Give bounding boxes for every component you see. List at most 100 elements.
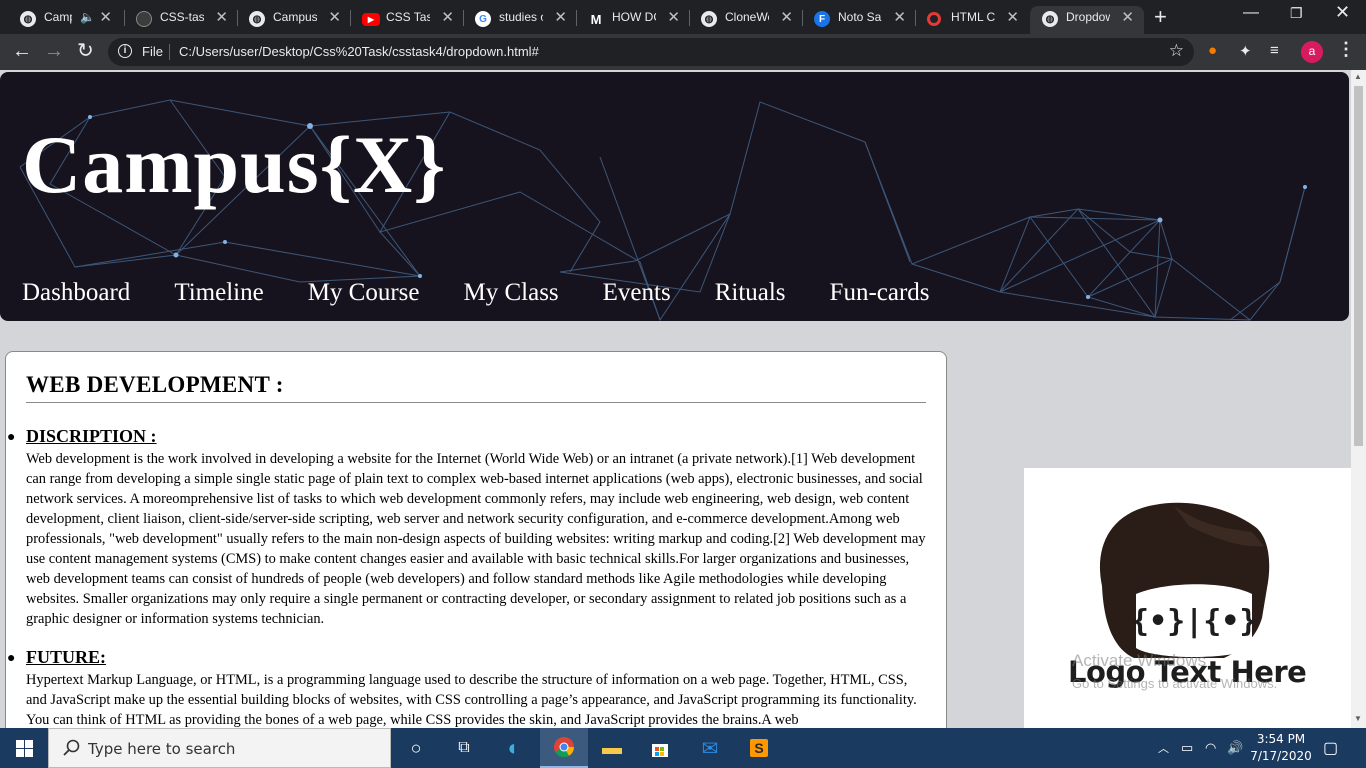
close-tab-icon[interactable]: ✕: [328, 8, 341, 26]
browser-tab[interactable]: ◍ CloneWe ✕: [681, 6, 803, 34]
close-tab-icon[interactable]: ✕: [1121, 8, 1134, 26]
nav-events[interactable]: Events: [603, 279, 671, 307]
nav-timeline[interactable]: Timeline: [174, 279, 263, 307]
google-icon: G: [475, 11, 491, 27]
nav-dashboard[interactable]: Dashboard: [22, 279, 130, 307]
tab-title: CSS-task: [160, 10, 204, 24]
url-text[interactable]: C:/Users/user/Desktop/Css%20Task/csstask…: [179, 44, 539, 59]
nav-my-course[interactable]: My Course: [308, 279, 420, 307]
clock-date: 7/17/2020: [1250, 749, 1312, 763]
main-nav: Dashboard Timeline My Course My Class Ev…: [22, 279, 974, 307]
restore-icon[interactable]: ❐: [1290, 5, 1303, 22]
future-section: ● FUTURE: Hypertext Markup Language, or …: [7, 647, 926, 728]
section-title: FUTURE:: [26, 647, 106, 667]
new-tab-button[interactable]: +: [1154, 4, 1167, 30]
close-tab-icon[interactable]: ✕: [893, 8, 906, 26]
taskbar-clock[interactable]: 3:54 PM 7/17/2020: [1248, 731, 1314, 765]
tab-title: Camp: [44, 10, 72, 24]
reload-icon[interactable]: ↻: [77, 40, 94, 62]
close-tab-icon[interactable]: ✕: [99, 8, 112, 26]
close-tab-icon[interactable]: ✕: [780, 8, 793, 26]
search-icon: [63, 739, 80, 756]
tab-title: studies o: [499, 10, 543, 24]
close-tab-icon[interactable]: ✕: [667, 8, 680, 26]
browser-tab[interactable]: ▶ CSS Task ✕: [342, 6, 464, 34]
media-control-icon[interactable]: ≡: [1270, 42, 1279, 59]
scroll-down-arrow-icon[interactable]: ▼: [1354, 714, 1362, 723]
browser-tab[interactable]: ◍ Campus ✕: [229, 6, 351, 34]
edge-icon[interactable]: ◐: [490, 728, 538, 768]
tab-title: Campus: [273, 10, 317, 24]
logo-glyphs: {•}|{•}: [1131, 604, 1257, 639]
volume-icon[interactable]: 🔊: [1227, 740, 1243, 756]
profile-avatar[interactable]: a: [1301, 41, 1323, 63]
back-arrow-icon[interactable]: ←: [12, 40, 32, 62]
mute-icon[interactable]: 🔈: [80, 10, 95, 24]
minimize-icon[interactable]: —: [1243, 4, 1259, 22]
globe-icon: ◍: [20, 11, 36, 27]
chrome-icon[interactable]: [540, 728, 588, 768]
address-bar[interactable]: i File C:/Users/user/Desktop/Css%20Task/…: [108, 38, 1194, 66]
close-tab-icon[interactable]: ✕: [441, 8, 454, 26]
task-view-icon[interactable]: ⧉: [440, 728, 488, 768]
bullet-icon: ●: [7, 430, 16, 445]
globe-icon: ◍: [1042, 11, 1058, 27]
nav-fun-cards[interactable]: Fun-cards: [830, 279, 930, 307]
browser-tab[interactable]: CSS-task ✕: [116, 6, 238, 34]
menu-dots-icon[interactable]: ⋮: [1337, 39, 1355, 60]
wifi-icon[interactable]: ◠: [1205, 740, 1216, 756]
site-title[interactable]: Campus{X}: [22, 124, 447, 206]
browser-tab[interactable]: HTML Co ✕: [907, 6, 1029, 34]
browser-tab[interactable]: F Noto San ✕: [794, 6, 916, 34]
browser-tab[interactable]: ◍ Camp 🔈 ✕: [0, 6, 122, 34]
close-tab-icon[interactable]: ✕: [1006, 8, 1019, 26]
nav-rituals[interactable]: Rituals: [715, 279, 786, 307]
browser-toolbar: ← → ↻ i File C:/Users/user/Desktop/Css%2…: [0, 34, 1366, 70]
info-icon[interactable]: i: [118, 44, 132, 58]
close-window-icon[interactable]: ✕: [1335, 2, 1350, 23]
start-button[interactable]: [0, 728, 48, 768]
bullet-icon: ●: [7, 651, 16, 666]
tab-title: CloneWe: [725, 10, 769, 24]
tab-strip: ◍ Camp 🔈 ✕ CSS-task ✕ ◍ Campus ✕ ▶ CSS T…: [0, 0, 1366, 34]
sublime-text-icon[interactable]: S: [735, 728, 783, 768]
cortana-icon[interactable]: ○: [392, 728, 440, 768]
scroll-up-arrow-icon[interactable]: ▲: [1354, 72, 1362, 81]
globe-icon: ◍: [249, 11, 265, 27]
windows-logo-icon: [15, 739, 33, 757]
extension-icon[interactable]: ●: [1208, 42, 1217, 59]
taskbar-search[interactable]: Type here to search: [48, 728, 391, 768]
youtube-icon: ▶: [362, 13, 380, 26]
clock-time: 3:54 PM: [1256, 732, 1306, 746]
bookmark-star-icon[interactable]: ☆: [1169, 41, 1184, 61]
file-explorer-icon[interactable]: ▬: [588, 728, 636, 768]
tab-title: Noto San: [838, 10, 882, 24]
section-title: DISCRIPTION :: [26, 426, 157, 446]
tab-title: Dropdow: [1066, 10, 1110, 24]
search-placeholder: Type here to search: [88, 740, 236, 758]
f-icon: F: [814, 11, 830, 27]
vertical-scrollbar[interactable]: ▲ ▼: [1351, 70, 1366, 728]
browser-tab-active[interactable]: ◍ Dropdow ✕: [1030, 6, 1144, 34]
forward-arrow-icon[interactable]: →: [44, 40, 64, 62]
mail-icon[interactable]: ✉: [686, 728, 734, 768]
store-icon[interactable]: [636, 728, 684, 768]
globe-icon: ◍: [701, 11, 717, 27]
activation-watermark-subtitle: Go to Settings to activate Windows.: [1072, 676, 1278, 691]
puzzle-icon[interactable]: ✦: [1239, 42, 1252, 60]
scroll-thumb[interactable]: [1354, 86, 1363, 446]
battery-icon[interactable]: ▭: [1181, 740, 1193, 756]
windows-taskbar: Type here to search ○ ⧉ ◐ ▬ ✉ S ︿ ▭ ◠ 🔊 …: [0, 728, 1366, 768]
close-tab-icon[interactable]: ✕: [215, 8, 228, 26]
nav-my-class[interactable]: My Class: [464, 279, 559, 307]
medium-icon: M: [590, 11, 602, 27]
notification-icon[interactable]: ▢: [1323, 738, 1338, 758]
tray-overflow-icon[interactable]: ︿: [1158, 740, 1169, 756]
activation-watermark-title: Activate Windows: [1072, 651, 1207, 670]
browser-tab[interactable]: G studies o ✕: [455, 6, 577, 34]
close-tab-icon[interactable]: ✕: [554, 8, 567, 26]
tab-title: CSS Task: [386, 10, 430, 24]
description-section: ● DISCRIPTION : Web development is the w…: [7, 426, 926, 629]
browser-tab[interactable]: M HOW DO ✕: [568, 6, 690, 34]
store-bag-icon: [652, 744, 668, 757]
